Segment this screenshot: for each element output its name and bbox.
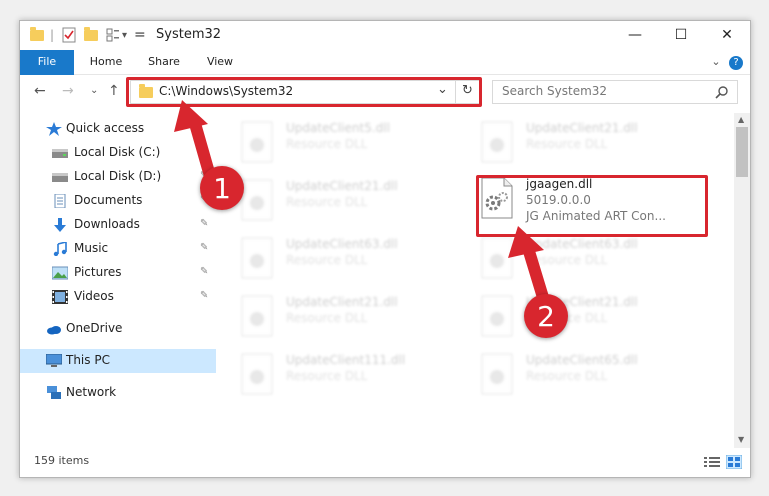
annotation-arrows [174,100,551,310]
arrow-1 [174,100,216,182]
step-1-badge: 1 [200,166,244,210]
arrow-2 [508,226,551,310]
step-2-badge: 2 [524,294,568,338]
